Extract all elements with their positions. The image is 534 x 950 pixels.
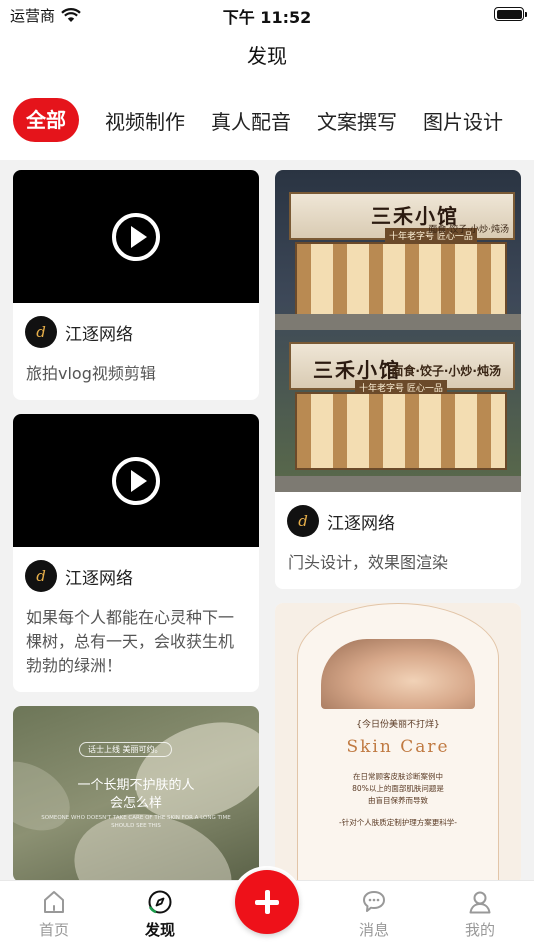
poster-line: 在日常顾客皮肤诊断案例中 — [353, 772, 443, 781]
poster-line: -针对个人肤质定制护理方案更科学- — [339, 818, 457, 827]
storefront-side-text: 面食·饺子·小炒·炖汤 — [428, 225, 509, 235]
nav-messages[interactable]: 消息 — [334, 889, 414, 940]
skin-care-poster-image[interactable]: {今日份美丽不打烊} Skin Care 在日常顾客皮肤诊断案例中 80%以上的… — [275, 603, 521, 885]
feed-card[interactable]: d 江逐网络 旅拍vlog视频剪辑 — [13, 170, 259, 400]
storefront-side-text: 面食·饺子·小炒·炖汤 — [391, 364, 501, 378]
battery-icon — [494, 7, 527, 21]
feed-card[interactable]: 话士上线 美丽可约。 一个长期不护肤的人 会怎么样 SOMEONE WHO DO… — [13, 706, 259, 882]
user-icon — [469, 891, 491, 914]
nav-label: 消息 — [358, 921, 389, 939]
avatar[interactable]: d — [25, 560, 57, 592]
card-description: 门头设计，效果图渲染 — [288, 553, 449, 572]
storefront-render-image[interactable]: 三禾小馆 十年老字号 匠心一品 面食·饺子·小炒·炖汤 三禾小馆 十年老字号 匠… — [275, 170, 521, 492]
feed-card[interactable]: {今日份美丽不打烊} Skin Care 在日常顾客皮肤诊断案例中 80%以上的… — [275, 603, 521, 885]
storefront-sign: 三禾小馆 — [313, 358, 401, 382]
author-name: 江逐网络 — [65, 324, 133, 345]
poster-caption: SOMEONE WHO DOESN'T TAKE CARE OF THE SKI… — [41, 815, 231, 829]
video-thumbnail[interactable] — [13, 414, 259, 547]
nav-home[interactable]: 首页 — [14, 889, 94, 940]
nav-discover[interactable]: 发现 — [120, 889, 200, 940]
home-icon — [44, 891, 64, 913]
poster-photo — [321, 639, 475, 709]
avatar[interactable]: d — [287, 505, 319, 537]
tab-voice-over[interactable]: 真人配音 — [211, 106, 291, 135]
feed-column-right: 三禾小馆 十年老字号 匠心一品 面食·饺子·小炒·炖汤 三禾小馆 十年老字号 匠… — [275, 170, 521, 899]
play-icon[interactable] — [112, 456, 160, 505]
feed-card[interactable]: d 江逐网络 如果每个人都能在心灵种下一棵树，总有一天，会收获生机勃勃的绿洲！ — [13, 414, 259, 692]
nav-label: 发现 — [144, 921, 175, 939]
nav-profile[interactable]: 我的 — [440, 889, 520, 940]
card-description: 旅拍vlog视频剪辑 — [26, 364, 156, 383]
author-name: 江逐网络 — [327, 513, 395, 534]
poster-headline-2: 会怎么样 — [109, 796, 162, 811]
status-time: 下午 11:52 — [222, 8, 312, 27]
author-row: d 江逐网络 — [275, 492, 521, 543]
add-button[interactable] — [235, 870, 299, 934]
feed-card[interactable]: 三禾小馆 十年老字号 匠心一品 面食·饺子·小炒·炖汤 三禾小馆 十年老字号 匠… — [275, 170, 521, 589]
nav-label: 我的 — [464, 921, 495, 939]
compass-icon — [148, 890, 172, 914]
author-row: d 江逐网络 — [13, 303, 259, 354]
play-icon[interactable] — [112, 212, 160, 261]
skincare-poster-image[interactable]: 话士上线 美丽可约。 一个长期不护肤的人 会怎么样 SOMEONE WHO DO… — [13, 706, 259, 882]
poster-headline: 一个长期不护肤的人 — [77, 778, 195, 793]
page-title: 发现 — [247, 44, 287, 68]
poster-tag: {今日份美丽不打烊} — [356, 720, 440, 730]
poster-line: 80%以上的面部肌肤问题是 — [352, 784, 444, 793]
category-tabs: 全部 视频制作 真人配音 文案撰写 图片设计 — [0, 80, 534, 160]
poster-line: 由盲目保养而导致 — [368, 796, 428, 805]
video-thumbnail[interactable] — [13, 170, 259, 303]
feed-column-left: d 江逐网络 旅拍vlog视频剪辑 d 江逐网络 如果每个人都能在心灵种下一棵树… — [13, 170, 259, 896]
author-row: d 江逐网络 — [13, 547, 259, 598]
avatar[interactable]: d — [25, 316, 57, 348]
page-header: 发现 — [0, 30, 534, 80]
tab-image-design[interactable]: 图片设计 — [423, 106, 503, 135]
nav-label: 首页 — [38, 921, 69, 939]
poster-pill: 话士上线 美丽可约。 — [79, 742, 172, 757]
chat-icon — [363, 891, 385, 912]
status-bar: 运营商 下午 11:52 — [0, 0, 534, 30]
card-description: 如果每个人都能在心灵种下一棵树，总有一天，会收获生机勃勃的绿洲！ — [26, 608, 235, 675]
tab-copywriting[interactable]: 文案撰写 — [317, 106, 397, 135]
tab-video-production[interactable]: 视频制作 — [105, 106, 185, 135]
poster-title: Skin Care — [346, 737, 450, 757]
tab-all[interactable]: 全部 — [13, 98, 79, 142]
author-name: 江逐网络 — [65, 568, 133, 589]
